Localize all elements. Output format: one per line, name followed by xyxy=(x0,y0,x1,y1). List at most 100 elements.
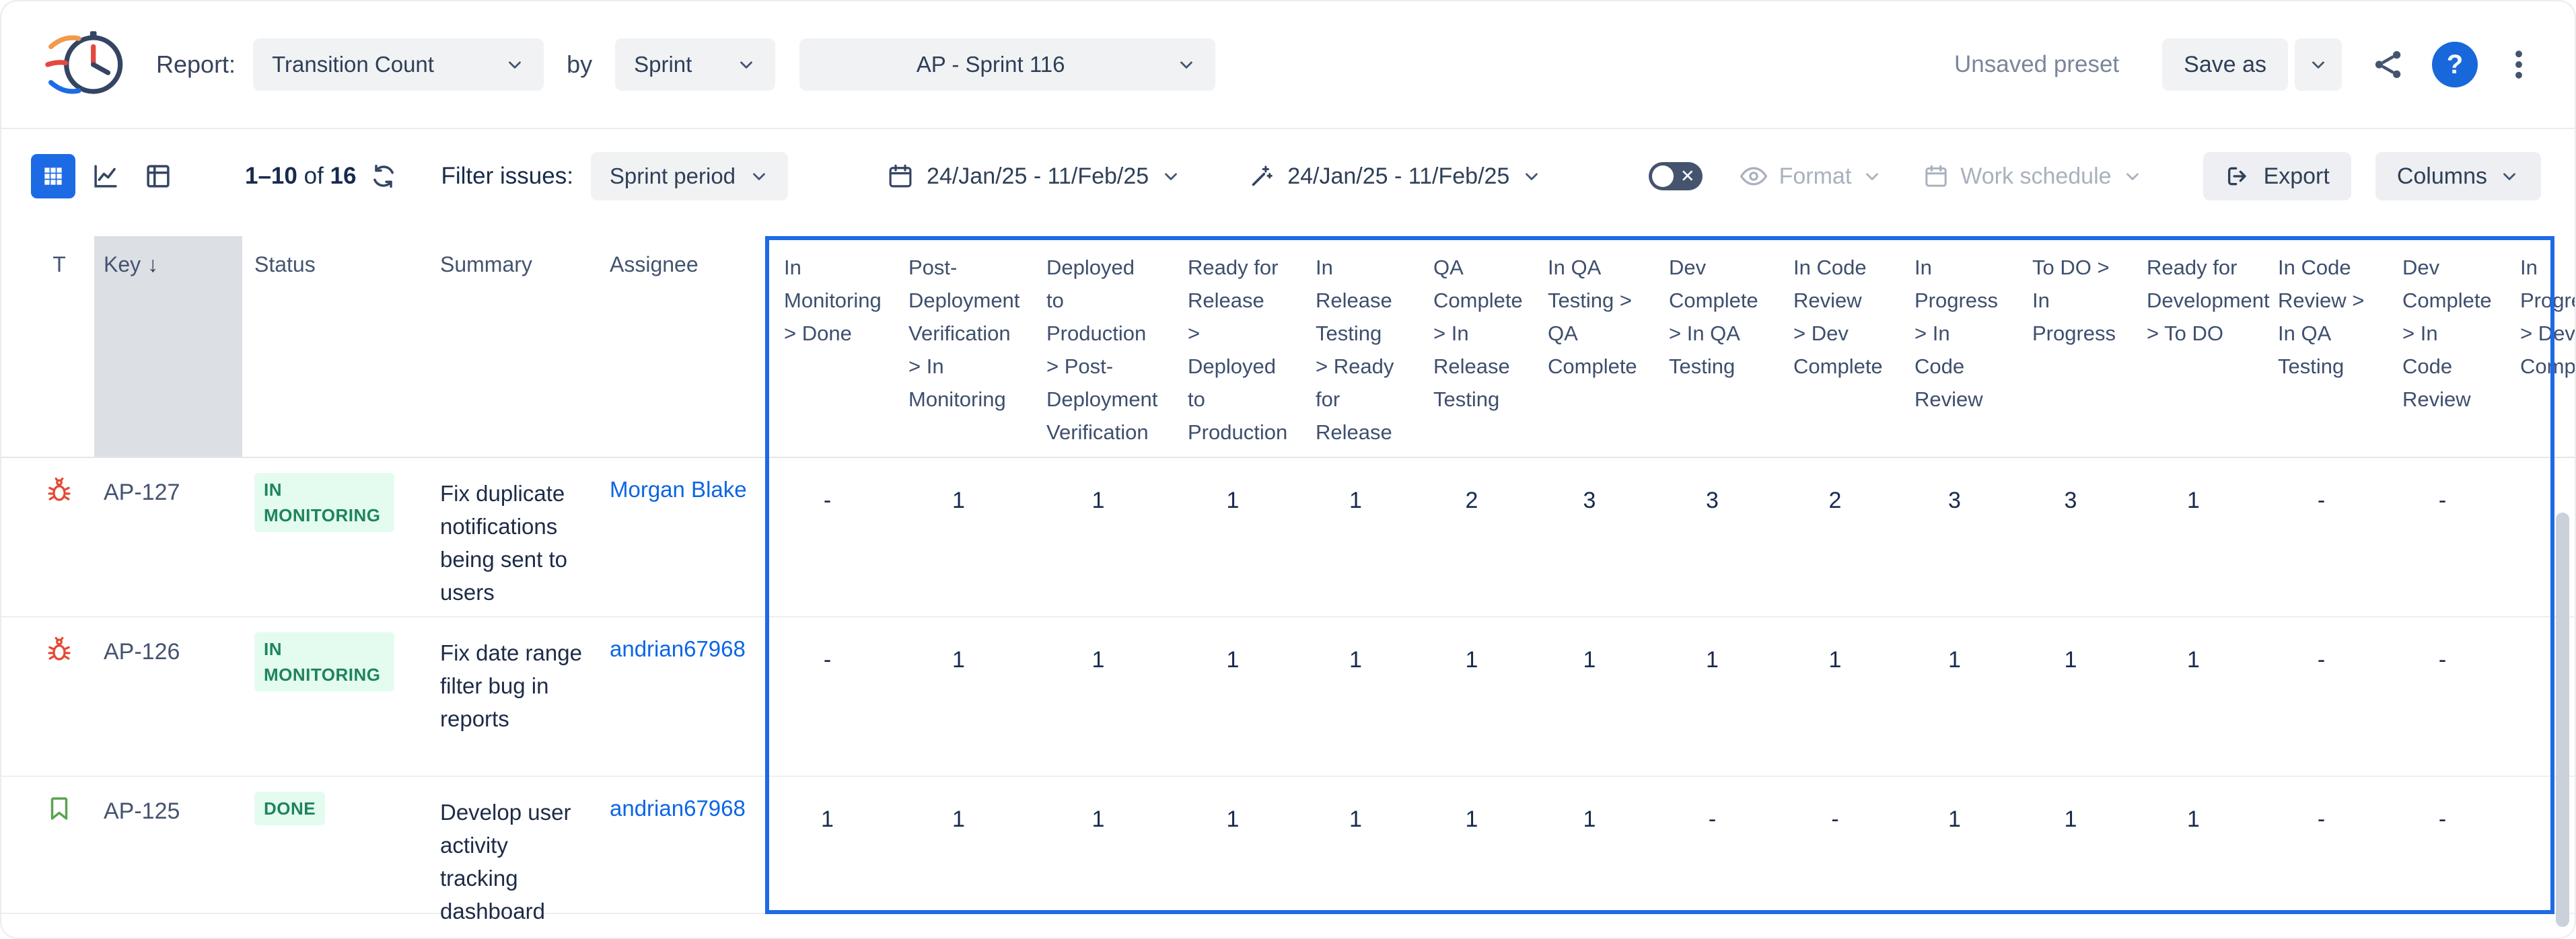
transition-count-cell: - xyxy=(2259,458,2384,616)
summary-text: Fix date range filter bug in reports xyxy=(440,640,582,731)
refresh-icon xyxy=(369,162,398,190)
column-header-transition-13[interactable]: In Code Review > In QA Testing xyxy=(2259,236,2384,457)
assignee-link[interactable]: andrian67968 xyxy=(610,796,746,821)
issue-key: AP-125 xyxy=(94,777,242,913)
issue-key: AP-126 xyxy=(94,617,242,776)
transition-count-cell: 1 xyxy=(1529,617,1650,776)
work-schedule-label: Work schedule xyxy=(1960,163,2111,190)
report-type-dropdown[interactable]: Transition Count xyxy=(253,38,544,91)
sprint-select-dropdown[interactable]: AP - Sprint 116 xyxy=(799,38,1215,91)
column-header-status[interactable]: Status xyxy=(242,236,431,457)
transition-count-cell: - xyxy=(2384,777,2501,913)
transition-count-cell: - xyxy=(2384,617,2501,776)
column-header-transition-3[interactable]: Deployed to Production > Post-Deployment… xyxy=(1028,236,1169,457)
column-header-summary[interactable]: Summary xyxy=(431,236,599,457)
assignee-link[interactable]: andrian67968 xyxy=(610,636,746,661)
sort-desc-icon: ↓ xyxy=(147,252,158,276)
magic-wand-icon xyxy=(1248,163,1275,190)
filter-issues-label: Filter issues: xyxy=(441,163,573,190)
transition-count-cell: 3 xyxy=(2013,458,2128,616)
transition-count-cell: 1 xyxy=(1169,617,1297,776)
transition-count-cell: - xyxy=(1650,777,1775,913)
column-header-transition-15[interactable]: In Progress > Dev Complete xyxy=(2501,236,2576,457)
column-header-transition-11[interactable]: To DO > In Progress xyxy=(2013,236,2128,457)
group-by-dropdown[interactable]: Sprint xyxy=(615,38,775,91)
column-header-type[interactable]: T xyxy=(24,236,94,457)
chevron-down-icon xyxy=(736,54,756,75)
report-label: Report: xyxy=(156,50,236,79)
status-cell: IN MONITORING xyxy=(242,458,431,616)
issue-summary: Fix duplicate notifications being sent t… xyxy=(431,458,599,616)
column-header-transition-6[interactable]: QA Complete > In Release Testing xyxy=(1415,236,1529,457)
vertical-scrollbar[interactable] xyxy=(2556,513,2569,927)
top-bar-right: Unsaved preset Save as ? xyxy=(1954,38,2537,91)
save-as-menu-button[interactable] xyxy=(2295,38,2342,91)
column-header-transition-14[interactable]: Dev Complete > In Code Review xyxy=(2384,236,2501,457)
more-menu-button[interactable] xyxy=(2501,46,2537,83)
column-header-transition-12[interactable]: Ready for Development > To DO xyxy=(2128,236,2259,457)
columns-dropdown[interactable]: Columns xyxy=(2375,152,2541,200)
result-count: 1–10 of 16 xyxy=(245,163,356,190)
highlight-toggle[interactable]: ✕ xyxy=(1649,162,1703,190)
transition-count-cell: 1 xyxy=(1297,777,1415,913)
story-icon xyxy=(45,794,73,823)
transition-count-cell: 1 xyxy=(2013,777,2128,913)
issue-type-cell xyxy=(24,777,94,913)
table-row: AP-127IN MONITORINGFix duplicate notific… xyxy=(1,458,2575,617)
table-row: AP-126IN MONITORINGFix date range filter… xyxy=(1,617,2575,777)
column-header-transition-1[interactable]: In Monitoring > Done xyxy=(765,236,890,457)
column-header-transition-5[interactable]: In Release Testing > Ready for Release xyxy=(1297,236,1415,457)
transition-count-cell: - xyxy=(765,458,890,616)
transition-count-cell: 1 xyxy=(2128,458,2259,616)
report-table: T Key↓ Status Summary Assignee In Monito… xyxy=(1,236,2575,914)
toggle-off-icon: ✕ xyxy=(1680,167,1695,184)
issue-summary: Develop user activity tracking dashboard xyxy=(431,777,599,913)
column-header-transition-4[interactable]: Ready for Release > Deployed to Producti… xyxy=(1169,236,1297,457)
transition-count-cell: 1 xyxy=(1297,617,1415,776)
date-range-value: 24/Jan/25 - 11/Feb/25 xyxy=(927,163,1149,190)
grid-view-button[interactable] xyxy=(31,154,75,198)
column-header-transition-8[interactable]: Dev Complete > In QA Testing xyxy=(1650,236,1775,457)
period-filter-value: Sprint period xyxy=(610,163,736,189)
chevron-down-icon xyxy=(2308,54,2328,75)
export-button[interactable]: Export xyxy=(2203,152,2351,200)
assignee-cell: Morgan Blake xyxy=(599,458,765,616)
status-badge: IN MONITORING xyxy=(254,473,394,532)
pivot-view-button[interactable] xyxy=(136,154,180,198)
transition-count-cell: 1 xyxy=(1028,617,1169,776)
chevron-down-icon xyxy=(749,166,769,186)
column-header-transition-7[interactable]: In QA Testing > QA Complete xyxy=(1529,236,1650,457)
save-as-label: Save as xyxy=(2184,52,2266,78)
period-filter-dropdown[interactable]: Sprint period xyxy=(591,152,788,200)
transition-count-cell: - xyxy=(1775,777,1896,913)
transition-count-cell: 1 xyxy=(1028,458,1169,616)
transition-count-cell: 1 xyxy=(1896,777,2013,913)
status-cell: DONE xyxy=(242,777,431,913)
help-button[interactable]: ? xyxy=(2432,42,2478,87)
assignee-link[interactable]: Morgan Blake xyxy=(610,477,747,502)
assignee-cell: andrian67968 xyxy=(599,777,765,913)
save-as-button[interactable]: Save as xyxy=(2162,38,2288,91)
summary-text: Fix duplicate notifications being sent t… xyxy=(440,481,567,605)
column-header-key[interactable]: Key↓ xyxy=(94,236,242,457)
calendar-icon xyxy=(886,162,915,190)
column-header-transition-9[interactable]: In Code Review > Dev Complete xyxy=(1775,236,1896,457)
share-button[interactable] xyxy=(2370,46,2406,83)
columns-label: Columns xyxy=(2397,163,2487,190)
transition-count-cell: 1 xyxy=(890,617,1028,776)
chevron-down-icon xyxy=(2122,166,2143,186)
transition-count-cell: 1 xyxy=(2128,777,2259,913)
trim-range-dropdown[interactable]: 24/Jan/25 - 11/Feb/25 xyxy=(1244,162,1546,190)
export-label: Export xyxy=(2264,163,2330,190)
column-header-assignee[interactable]: Assignee xyxy=(599,236,765,457)
group-by-value: Sprint xyxy=(634,52,692,77)
refresh-button[interactable] xyxy=(369,162,398,190)
table-header-row: T Key↓ Status Summary Assignee In Monito… xyxy=(1,236,2575,458)
date-range-dropdown[interactable]: 24/Jan/25 - 11/Feb/25 xyxy=(882,161,1185,191)
column-header-transition-10[interactable]: In Progress > In Code Review xyxy=(1896,236,2013,457)
column-header-transition-2[interactable]: Post-Deployment Verification > In Monito… xyxy=(890,236,1028,457)
transition-count-cell: - xyxy=(765,617,890,776)
chevron-down-icon xyxy=(1176,54,1196,75)
transition-headers: In Monitoring > DonePost-Deployment Veri… xyxy=(765,236,2576,457)
chart-view-button[interactable] xyxy=(83,154,128,198)
